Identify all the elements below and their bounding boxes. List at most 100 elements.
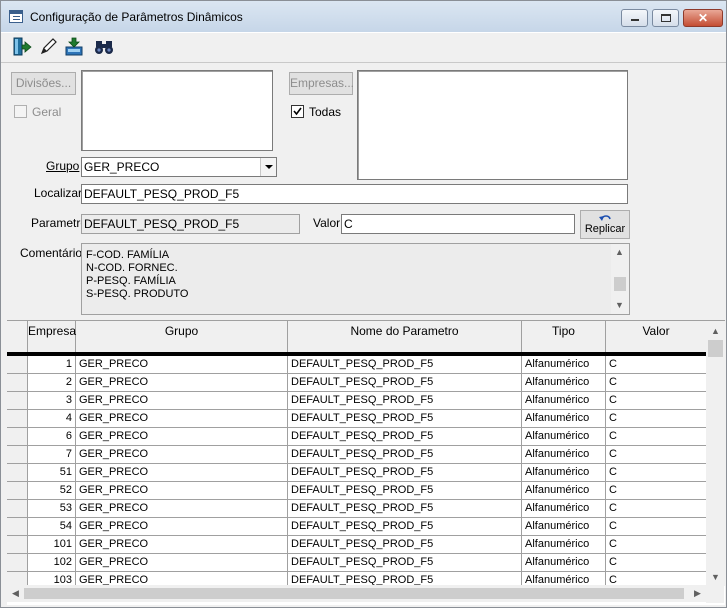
cell-tipo[interactable]: Alfanumérico [522, 374, 606, 391]
cell-empresa[interactable]: 3 [28, 392, 76, 409]
cell-tipo[interactable]: Alfanumérico [522, 554, 606, 571]
grid-horizontal-scrollbar[interactable]: ◀ ▶ [7, 585, 706, 602]
cell-grupo[interactable]: GER_PRECO [76, 446, 288, 463]
cell-tipo[interactable]: Alfanumérico [522, 356, 606, 373]
cell-valor[interactable]: C [606, 410, 706, 427]
title-bar[interactable]: Configuração de Parâmetros Dinâmicos ✕ [1, 1, 726, 32]
scroll-down-icon[interactable]: ▼ [611, 297, 628, 314]
cell-empresa[interactable]: 53 [28, 500, 76, 517]
size-grip[interactable] [706, 585, 724, 603]
cell-empresa[interactable]: 1 [28, 356, 76, 373]
cell-grupo[interactable]: GER_PRECO [76, 428, 288, 445]
column-header-empresa[interactable]: Empresa [28, 321, 76, 352]
cell-empresa[interactable]: 51 [28, 464, 76, 481]
cell-tipo[interactable]: Alfanumérico [522, 518, 606, 535]
scroll-thumb[interactable] [708, 340, 723, 357]
scroll-thumb[interactable] [614, 277, 626, 291]
cell-valor[interactable]: C [606, 500, 706, 517]
scroll-right-icon[interactable]: ▶ [689, 585, 706, 602]
table-row[interactable]: 102 GER_PRECO DEFAULT_PESQ_PROD_F5 Alfanumé… [7, 554, 706, 572]
cell-valor[interactable]: C [606, 374, 706, 391]
cell-nome[interactable]: DEFAULT_PESQ_PROD_F5 [288, 374, 522, 391]
table-row[interactable]: 54 GER_PRECO DEFAULT_PESQ_PROD_F5 Alfanumér… [7, 518, 706, 536]
cell-valor[interactable]: C [606, 464, 706, 481]
table-row[interactable]: 101 GER_PRECO DEFAULT_PESQ_PROD_F5 Alfanumé… [7, 536, 706, 554]
table-row[interactable]: 2 GER_PRECO DEFAULT_PESQ_PROD_F5 Alfanuméri… [7, 374, 706, 392]
divisoes-button[interactable]: Divisões... [11, 72, 76, 95]
table-row[interactable]: 52 GER_PRECO DEFAULT_PESQ_PROD_F5 Alfanumér… [7, 482, 706, 500]
column-header-grupo[interactable]: Grupo [76, 321, 288, 352]
cell-nome[interactable]: DEFAULT_PESQ_PROD_F5 [288, 482, 522, 499]
scroll-down-icon[interactable]: ▼ [707, 569, 724, 586]
cell-empresa[interactable]: 101 [28, 536, 76, 553]
cell-empresa[interactable]: 102 [28, 554, 76, 571]
grid-vertical-scrollbar[interactable]: ▲ ▼ [706, 321, 725, 586]
cell-valor[interactable]: C [606, 428, 706, 445]
cell-empresa[interactable]: 2 [28, 374, 76, 391]
table-row[interactable]: 7 GER_PRECO DEFAULT_PESQ_PROD_F5 Alfanuméri… [7, 446, 706, 464]
comentarios-scrollbar[interactable]: ▲ ▼ [611, 244, 629, 314]
scroll-up-icon[interactable]: ▲ [707, 323, 724, 340]
cell-nome[interactable]: DEFAULT_PESQ_PROD_F5 [288, 536, 522, 553]
empresas-list[interactable] [357, 70, 628, 180]
cell-nome[interactable]: DEFAULT_PESQ_PROD_F5 [288, 446, 522, 463]
cell-grupo[interactable]: GER_PRECO [76, 392, 288, 409]
cell-grupo[interactable]: GER_PRECO [76, 374, 288, 391]
cell-nome[interactable]: DEFAULT_PESQ_PROD_F5 [288, 356, 522, 373]
cell-tipo[interactable]: Alfanumérico [522, 446, 606, 463]
cell-empresa[interactable]: 6 [28, 428, 76, 445]
cell-tipo[interactable]: Alfanumérico [522, 536, 606, 553]
table-row[interactable]: 3 GER_PRECO DEFAULT_PESQ_PROD_F5 Alfanuméri… [7, 392, 706, 410]
cell-valor[interactable]: C [606, 554, 706, 571]
cell-valor[interactable]: C [606, 392, 706, 409]
scroll-thumb[interactable] [24, 588, 684, 599]
cell-tipo[interactable]: Alfanumérico [522, 392, 606, 409]
cell-grupo[interactable]: GER_PRECO [76, 500, 288, 517]
cell-tipo[interactable]: Alfanumérico [522, 464, 606, 481]
cell-nome[interactable]: DEFAULT_PESQ_PROD_F5 [288, 554, 522, 571]
table-row[interactable]: 51 GER_PRECO DEFAULT_PESQ_PROD_F5 Alfanumér… [7, 464, 706, 482]
table-row[interactable]: 1 GER_PRECO DEFAULT_PESQ_PROD_F5 Alfanuméri… [7, 354, 706, 374]
cell-empresa[interactable]: 4 [28, 410, 76, 427]
divisoes-list[interactable] [81, 70, 273, 151]
cell-nome[interactable]: DEFAULT_PESQ_PROD_F5 [288, 428, 522, 445]
cell-tipo[interactable]: Alfanumérico [522, 482, 606, 499]
cell-valor[interactable]: C [606, 482, 706, 499]
minimize-button[interactable] [621, 9, 648, 27]
geral-checkbox[interactable] [14, 105, 27, 118]
cell-empresa[interactable]: 54 [28, 518, 76, 535]
cell-tipo[interactable]: Alfanumérico [522, 500, 606, 517]
cell-tipo[interactable]: Alfanumérico [522, 428, 606, 445]
close-button[interactable]: ✕ [683, 9, 723, 27]
cell-valor[interactable]: C [606, 536, 706, 553]
save-button[interactable] [63, 36, 85, 58]
cell-grupo[interactable]: GER_PRECO [76, 464, 288, 481]
cell-empresa[interactable]: 52 [28, 482, 76, 499]
scroll-up-icon[interactable]: ▲ [611, 244, 628, 261]
valor-input[interactable]: C [341, 214, 575, 234]
todas-checkbox[interactable] [291, 105, 304, 118]
empresas-button[interactable]: Empresas... [289, 72, 354, 95]
cell-valor[interactable]: C [606, 518, 706, 535]
replicar-button[interactable]: Replicar [580, 210, 630, 239]
cell-tipo[interactable]: Alfanumérico [522, 410, 606, 427]
edit-button[interactable] [37, 36, 59, 58]
table-row[interactable]: 53 GER_PRECO DEFAULT_PESQ_PROD_F5 Alfanumér… [7, 500, 706, 518]
comentarios-textarea[interactable]: F-COD. FAMÍLIA N-COD. FORNEC. P-PESQ. FA… [81, 243, 630, 315]
table-row[interactable]: 6 GER_PRECO DEFAULT_PESQ_PROD_F5 Alfanuméri… [7, 428, 706, 446]
localizar-input[interactable]: DEFAULT_PESQ_PROD_F5 [81, 184, 628, 204]
chevron-down-icon[interactable] [260, 158, 276, 176]
cell-grupo[interactable]: GER_PRECO [76, 482, 288, 499]
cell-nome[interactable]: DEFAULT_PESQ_PROD_F5 [288, 464, 522, 481]
cell-valor[interactable]: C [606, 356, 706, 373]
cell-nome[interactable]: DEFAULT_PESQ_PROD_F5 [288, 392, 522, 409]
table-row[interactable]: 4 GER_PRECO DEFAULT_PESQ_PROD_F5 Alfanuméri… [7, 410, 706, 428]
cell-grupo[interactable]: GER_PRECO [76, 536, 288, 553]
cell-valor[interactable]: C [606, 446, 706, 463]
cell-grupo[interactable]: GER_PRECO [76, 554, 288, 571]
cell-grupo[interactable]: GER_PRECO [76, 410, 288, 427]
column-header-nome[interactable]: Nome do Parametro [288, 321, 522, 352]
exit-button[interactable] [11, 36, 33, 58]
find-button[interactable] [93, 36, 115, 58]
cell-grupo[interactable]: GER_PRECO [76, 356, 288, 373]
